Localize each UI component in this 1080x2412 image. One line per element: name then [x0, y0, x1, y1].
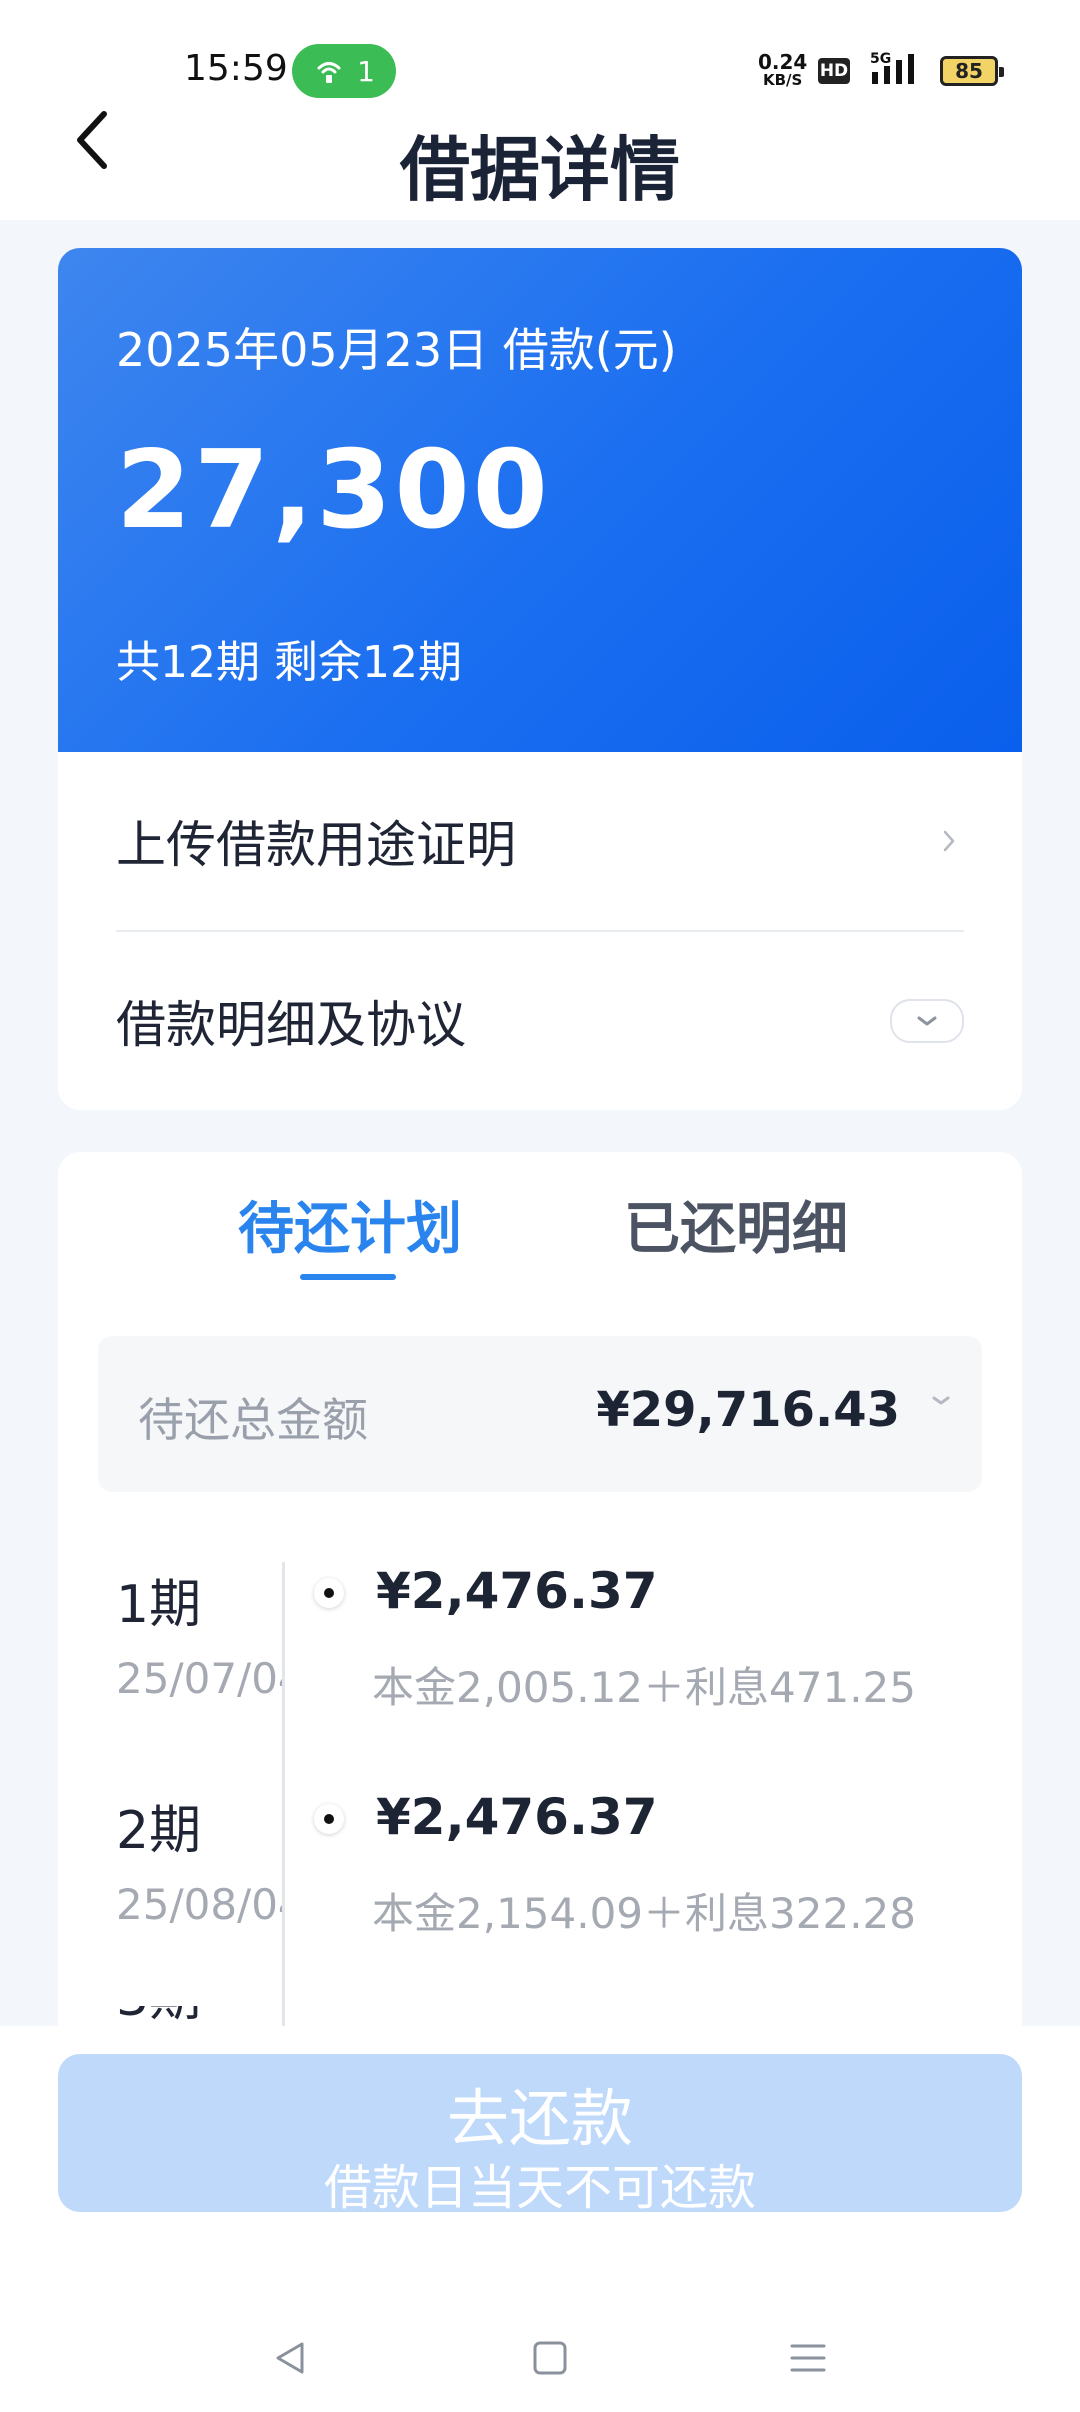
installment-date: 25/07/04: [116, 1654, 282, 1703]
upload-proof-row[interactable]: 上传借款用途证明: [116, 752, 964, 932]
timeline-dot: [314, 1804, 344, 1834]
nav-menu-button[interactable]: [778, 2328, 838, 2388]
loan-summary: 2025年05月23日 借款(元) 27,300 共12期 剩余12期: [58, 248, 1022, 752]
repay-button-sublabel: 借款日当天不可还款: [323, 2160, 756, 2216]
nav-home-button[interactable]: [520, 2328, 580, 2388]
repay-button[interactable]: 去还款 借款日当天不可还款: [58, 2054, 1022, 2216]
square-home-icon: [533, 2341, 567, 2375]
chevron-right-icon: [934, 821, 964, 861]
hotspot-icon: [317, 62, 341, 83]
installment-period: 2期: [116, 1801, 202, 1861]
network-type: 5G: [870, 51, 891, 67]
pending-total-box[interactable]: 待还总金额 ¥29,716.43: [98, 1336, 982, 1492]
loan-amount: 27,300: [116, 428, 551, 553]
installment-amount: ¥2,476.37: [376, 1788, 658, 1846]
chevron-down-icon: [917, 1016, 937, 1026]
loan-date-label: 2025年05月23日 借款(元): [116, 323, 677, 377]
network-speed: 0.24 KB/S: [758, 52, 807, 88]
expand-toggle[interactable]: [890, 999, 964, 1043]
loan-details-label: 借款明细及协议: [116, 996, 466, 1054]
status-time: 15:59: [184, 48, 288, 89]
loan-periods: 共12期 剩余12期: [116, 637, 462, 688]
system-nav-bar: [0, 2300, 1080, 2412]
repayment-plan-card: 待还计划 已还明细 待还总金额 ¥29,716.43 1期 25/07/04 ¥…: [58, 1152, 1022, 2032]
triangle-back-icon: [276, 2342, 304, 2374]
pending-total-label: 待还总金额: [138, 1393, 368, 1447]
chevron-down-icon: [932, 1396, 950, 1405]
hamburger-menu-icon: [790, 2344, 826, 2372]
installment-period-peek-text: 3期: [116, 2006, 201, 2028]
hd-badge: HD: [818, 58, 850, 84]
battery-indicator: 85: [940, 56, 1004, 86]
hotspot-indicator[interactable]: 1: [292, 44, 396, 98]
hotspot-count: 1: [357, 54, 375, 88]
signal-icon: 5G: [870, 51, 914, 84]
repay-button-label: 去还款: [446, 2082, 633, 2155]
loan-details-row[interactable]: 借款明细及协议: [116, 932, 964, 1110]
nav-back-button[interactable]: [260, 2328, 320, 2388]
net-speed-unit: KB/S: [763, 71, 803, 89]
battery-level: 85: [955, 59, 983, 83]
tab-repaid-details[interactable]: 已还明细: [624, 1184, 848, 1265]
installment-detail: 本金2,154.09＋利息322.28: [372, 1889, 916, 1938]
net-speed-value: 0.24: [758, 50, 808, 74]
upload-proof-label: 上传借款用途证明: [116, 816, 516, 874]
timeline-dot: [314, 1578, 344, 1608]
status-bar: 15:59 1 0.24 KB/S HD 5G 85: [0, 0, 1080, 110]
active-tab-indicator: [300, 1274, 396, 1280]
installment-item[interactable]: 2期 25/08/04 ¥2,476.37 本金2,154.09＋利息322.2…: [58, 1788, 1022, 2008]
installment-period: 1期: [116, 1575, 202, 1635]
installment-date: 25/08/04: [116, 1880, 282, 1929]
page-title: 借据详情: [400, 129, 680, 211]
pending-total-value: ¥29,716.43: [596, 1382, 900, 1438]
tab-pending-plan[interactable]: 待还计划: [238, 1184, 462, 1265]
installment-detail: 本金2,005.12＋利息471.25: [372, 1663, 916, 1712]
installment-amount: ¥2,476.37: [376, 1562, 658, 1620]
loan-card: 2025年05月23日 借款(元) 27,300 共12期 剩余12期 上传借款…: [58, 248, 1022, 1110]
installment-item[interactable]: 1期 25/07/04 ¥2,476.37 本金2,005.12＋利息471.2…: [58, 1562, 1022, 1782]
